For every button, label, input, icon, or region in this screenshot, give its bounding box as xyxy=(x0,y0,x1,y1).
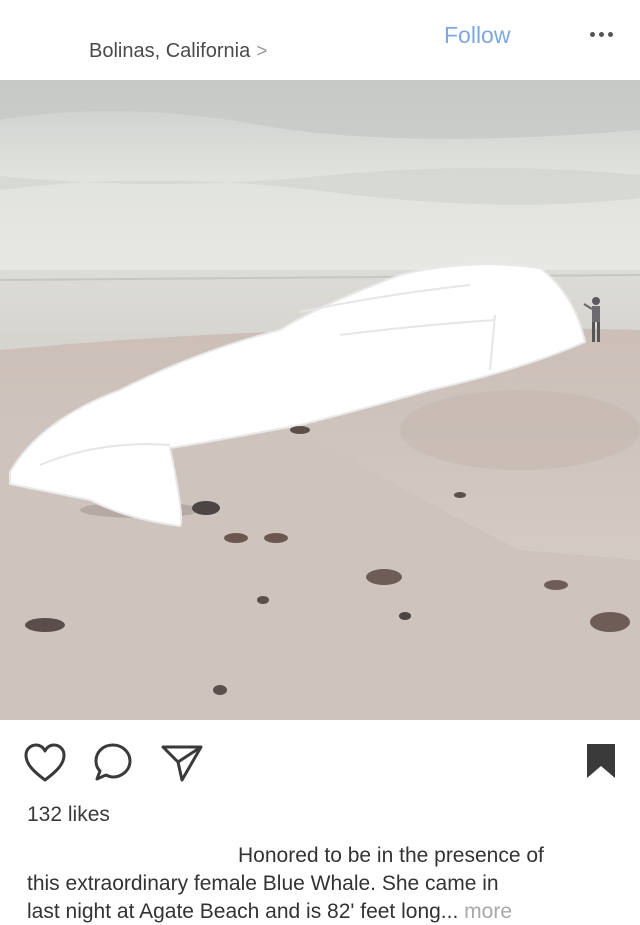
follow-button[interactable]: Follow xyxy=(444,22,510,49)
caption-line: last night at Agate Beach and is 82' fee… xyxy=(27,900,459,923)
caption-line: Honored to be in the presence of xyxy=(238,844,544,867)
bookmark-icon[interactable] xyxy=(585,742,617,787)
post-header: Bolinas, California > Follow xyxy=(0,0,640,80)
location-link[interactable]: Bolinas, California > xyxy=(89,40,267,63)
chevron-right-icon: > xyxy=(256,40,268,62)
location-label: Bolinas, California xyxy=(89,40,251,62)
more-link[interactable]: more xyxy=(464,900,512,923)
post-caption: Honored to be in the presence of this ex… xyxy=(27,842,617,925)
likes-count[interactable]: 132 likes xyxy=(27,803,110,827)
more-dots-icon[interactable] xyxy=(588,24,616,44)
caption-line: this extraordinary female Blue Whale. Sh… xyxy=(27,872,499,895)
comment-icon[interactable] xyxy=(92,742,134,789)
post-photo[interactable] xyxy=(0,80,640,720)
share-icon[interactable] xyxy=(160,742,204,789)
action-bar xyxy=(0,720,640,810)
heart-icon[interactable] xyxy=(23,742,67,789)
